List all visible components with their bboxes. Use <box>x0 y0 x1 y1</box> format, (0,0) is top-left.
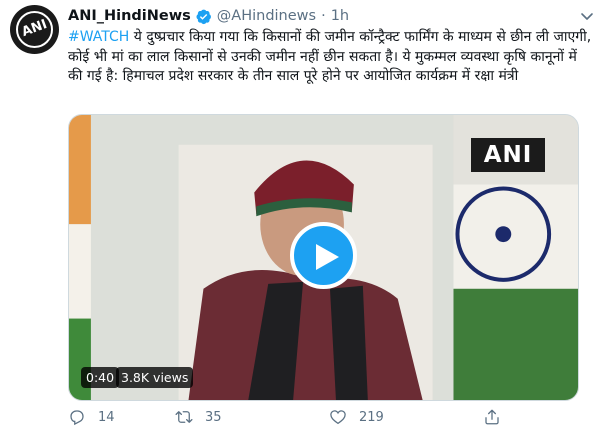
hashtag-link[interactable]: #WATCH <box>68 29 129 45</box>
tweet-text: #WATCH ये दुष्प्रचार किया गया कि किसानों… <box>68 28 593 87</box>
reply-icon <box>70 410 84 426</box>
retweet-button[interactable]: 35 <box>175 408 222 426</box>
tweet-body: ये दुष्प्रचार किया गया कि किसानों की जमी… <box>68 29 592 84</box>
user-handle[interactable]: @AHindinews <box>217 8 316 24</box>
tweet-header: ANI_HindiNews @AHindinews · 1h <box>68 6 349 26</box>
video-player[interactable]: ANI 0:40 3.8K views <box>68 114 579 401</box>
ani-watermark: ANI <box>471 138 545 172</box>
reply-button[interactable]: 14 <box>68 408 115 426</box>
share-icon <box>485 409 499 425</box>
play-button[interactable] <box>290 222 357 289</box>
verified-badge-icon <box>195 8 212 25</box>
display-name[interactable]: ANI_HindiNews <box>68 8 191 24</box>
video-views: 3.8K views <box>116 367 194 388</box>
separator-dot: · <box>321 8 326 24</box>
tweet-actions: 14 35 219 <box>68 408 499 428</box>
tweet-timestamp[interactable]: 1h <box>331 8 349 24</box>
like-button[interactable]: 219 <box>329 408 384 426</box>
chevron-down-icon[interactable] <box>579 8 595 24</box>
retweet-icon <box>175 411 193 423</box>
heart-icon <box>330 410 346 425</box>
tweet-card[interactable]: ANI ANI_HindiNews @AHindinews · 1h #WATC… <box>0 0 607 431</box>
reply-count: 14 <box>98 409 115 425</box>
video-duration: 0:40 <box>81 367 120 388</box>
like-count: 219 <box>359 409 384 425</box>
play-icon <box>316 244 339 270</box>
retweet-count: 35 <box>205 409 222 425</box>
avatar[interactable]: ANI <box>10 5 59 54</box>
share-button[interactable] <box>483 408 513 426</box>
